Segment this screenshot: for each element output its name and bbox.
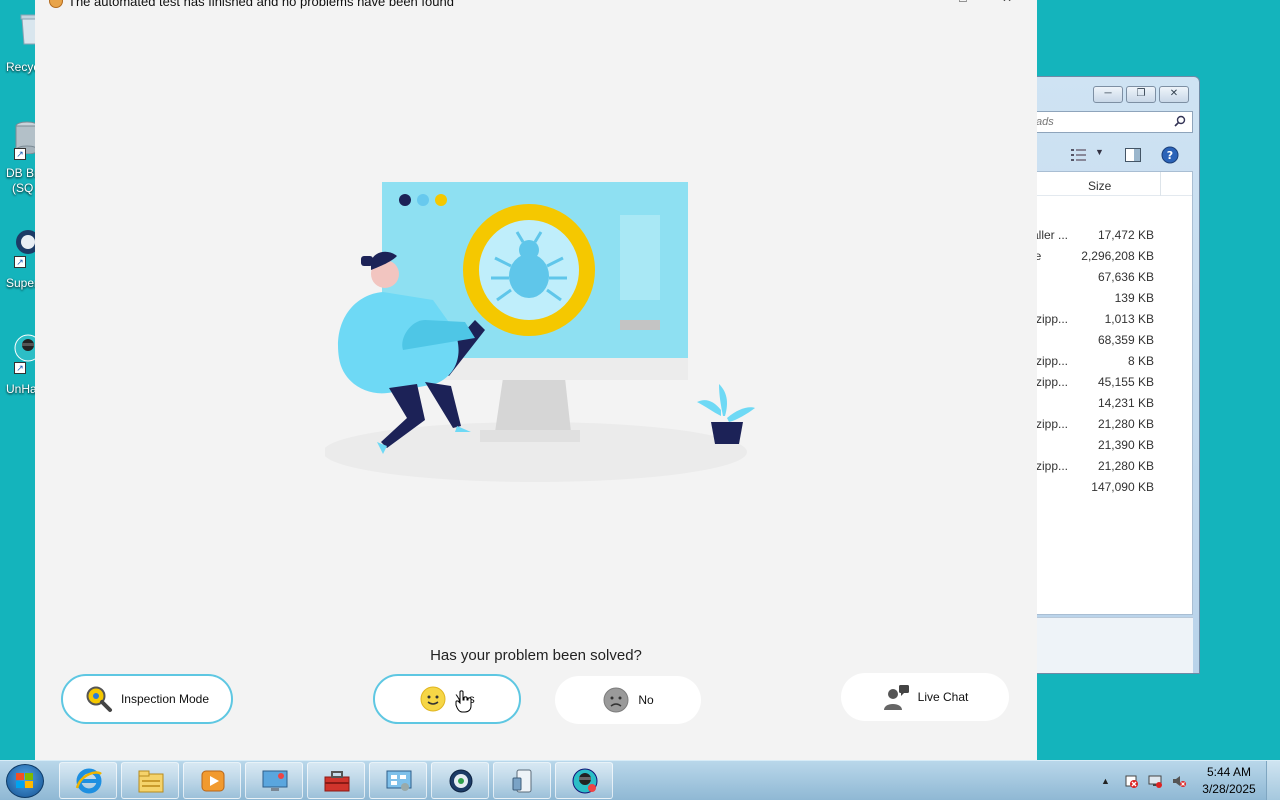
clock-date[interactable]: 3/28/2025 (1200, 782, 1258, 796)
screen-panel (620, 215, 660, 300)
browser-globe-icon (449, 769, 473, 793)
help-icon[interactable]: ? (1161, 146, 1179, 164)
file-row[interactable]: 67,636 KB (1032, 267, 1192, 288)
sad-face-icon (603, 687, 629, 713)
network-warning-icon[interactable] (1148, 774, 1162, 788)
window-dot-navy (399, 194, 411, 206)
desktop-icon-label: DB Br (6, 166, 39, 180)
preview-pane-icon[interactable] (1125, 148, 1141, 162)
file-row[interactable]: 68,359 KB (1032, 330, 1192, 351)
file-row[interactable]: 21,390 KB (1032, 435, 1192, 456)
shortcut-arrow-icon: ↗ (14, 256, 26, 268)
file-row[interactable]: (zipp... 45,155 KB (1032, 372, 1192, 393)
taskbar-item-hacker-app[interactable] (555, 762, 613, 799)
remote-desktop-icon (262, 770, 288, 791)
desktop-icon-label-line2: (SQ (12, 181, 34, 195)
internet-explorer-icon (75, 768, 102, 794)
file-row[interactable]: (zipp... 21,280 KB (1032, 456, 1192, 477)
app-window[interactable]: The automated test has finished and no p… (35, 0, 1037, 760)
file-row[interactable]: 139 KB (1032, 288, 1192, 309)
taskbar-item-device[interactable] (493, 762, 551, 799)
monitor-stand (495, 378, 571, 432)
search-box[interactable]: ads (1031, 111, 1193, 133)
device-icon (512, 769, 532, 793)
search-icon[interactable] (1174, 115, 1186, 127)
app-logo-icon (49, 0, 63, 8)
desktop-icon-db-browser[interactable]: ↗ DB Br (SQ (0, 118, 40, 198)
svg-text:?: ? (1167, 149, 1173, 162)
hacker-app-icon (572, 768, 598, 794)
yes-button[interactable]: Yes (373, 674, 521, 724)
maximize-button[interactable]: □ (955, 0, 971, 4)
file-explorer-icon (138, 770, 164, 793)
shortcut-arrow-icon: ↗ (14, 362, 26, 374)
no-label: No (638, 693, 654, 707)
restore-button[interactable]: ❐ (1126, 86, 1156, 103)
hand-cursor-icon (455, 690, 472, 713)
monitor-base (480, 430, 580, 442)
clock-time[interactable]: 5:44 AM (1200, 765, 1258, 779)
show-desktop-button[interactable] (1266, 761, 1280, 800)
control-panel-icon (386, 770, 412, 791)
smiley-face-icon (420, 686, 446, 712)
taskbar-item-control-panel[interactable] (369, 762, 427, 799)
support-agent-icon (883, 685, 909, 710)
magnifier-icon (86, 686, 112, 712)
file-row[interactable]: (zipp... 8 KB (1032, 351, 1192, 372)
inspection-mode-button[interactable]: Inspection Mode (61, 674, 233, 724)
windows-logo-icon (16, 773, 33, 788)
view-options-icon[interactable] (1071, 149, 1087, 161)
close-button[interactable]: ✕ (1159, 86, 1189, 103)
screen-bar (620, 320, 660, 330)
desktop-icon-super[interactable]: ↗ Super (0, 228, 40, 292)
no-button[interactable]: No (555, 676, 701, 724)
taskbar-item-browser-globe[interactable] (431, 762, 489, 799)
live-chat-label: Live Chat (917, 690, 969, 704)
taskbar-item-toolbox[interactable] (307, 762, 365, 799)
file-row[interactable]: (zipp... 1,013 KB (1032, 309, 1192, 330)
desktop-icon-recycle-bin[interactable]: Recyc (0, 8, 42, 78)
column-divider (1160, 172, 1161, 196)
column-size[interactable]: Size (1088, 179, 1111, 193)
explorer-toolbar: ▼ ? (1031, 141, 1193, 169)
taskbar-item-file-explorer[interactable] (121, 762, 179, 799)
problem-solved-question: Has your problem been solved? (430, 647, 642, 664)
search-placeholder: ads (1036, 116, 1054, 128)
inspection-mode-label: Inspection Mode (120, 692, 210, 706)
file-row[interactable]: le2,296,208 KB (1032, 246, 1192, 267)
bug-inspection-illustration (325, 182, 755, 482)
file-row[interactable]: (zipp... 21,280 KB (1032, 414, 1192, 435)
toolbox-icon (324, 771, 350, 792)
file-list-header: Size (1032, 172, 1192, 196)
window-dot-blue (417, 194, 429, 206)
taskbar-item-remote-desktop[interactable] (245, 762, 303, 799)
desktop-icon-label: Super (6, 276, 39, 290)
start-button[interactable] (6, 764, 44, 798)
minimize-button[interactable]: ─ (911, 0, 927, 4)
desktop-icon-unhackme[interactable]: ↗ UnHa (0, 332, 40, 396)
live-chat-button[interactable]: Live Chat (841, 673, 1009, 721)
show-hidden-icons-button[interactable]: ▲ (1101, 774, 1115, 788)
details-pane (1031, 617, 1193, 673)
media-player-icon (201, 770, 225, 792)
file-row[interactable]: aller ... 17,472 KB (1032, 225, 1192, 246)
window-dot-yellow (435, 194, 447, 206)
chevron-down-icon[interactable]: ▼ (1095, 147, 1104, 157)
file-list[interactable]: Size aller ...17,472 KB le2,296,208 KB 6… (1031, 171, 1193, 615)
file-row[interactable]: 147,090 KB (1032, 477, 1192, 498)
title-bar[interactable]: The automated test has finished and no p… (35, 0, 1037, 12)
taskbar-item-internet-explorer[interactable] (59, 762, 117, 799)
minimize-button[interactable]: ─ (1093, 86, 1123, 103)
explorer-window[interactable]: ─ ❐ ✕ ads ▼ ? Size aller ... 17,472 KB 2… (1030, 76, 1200, 674)
volume-muted-icon[interactable] (1172, 774, 1186, 788)
taskbar: ▲ (0, 760, 1280, 800)
action-center-warning-icon[interactable] (1124, 774, 1138, 788)
shortcut-arrow-icon: ↗ (14, 148, 26, 160)
file-row[interactable]: 14,231 KB (1032, 393, 1192, 414)
window-title: The automated test has finished and no p… (68, 0, 454, 9)
taskbar-item-media-player[interactable] (183, 762, 241, 799)
desktop-icon-label: UnHa (6, 382, 37, 396)
close-button[interactable]: ✕ (999, 0, 1015, 4)
